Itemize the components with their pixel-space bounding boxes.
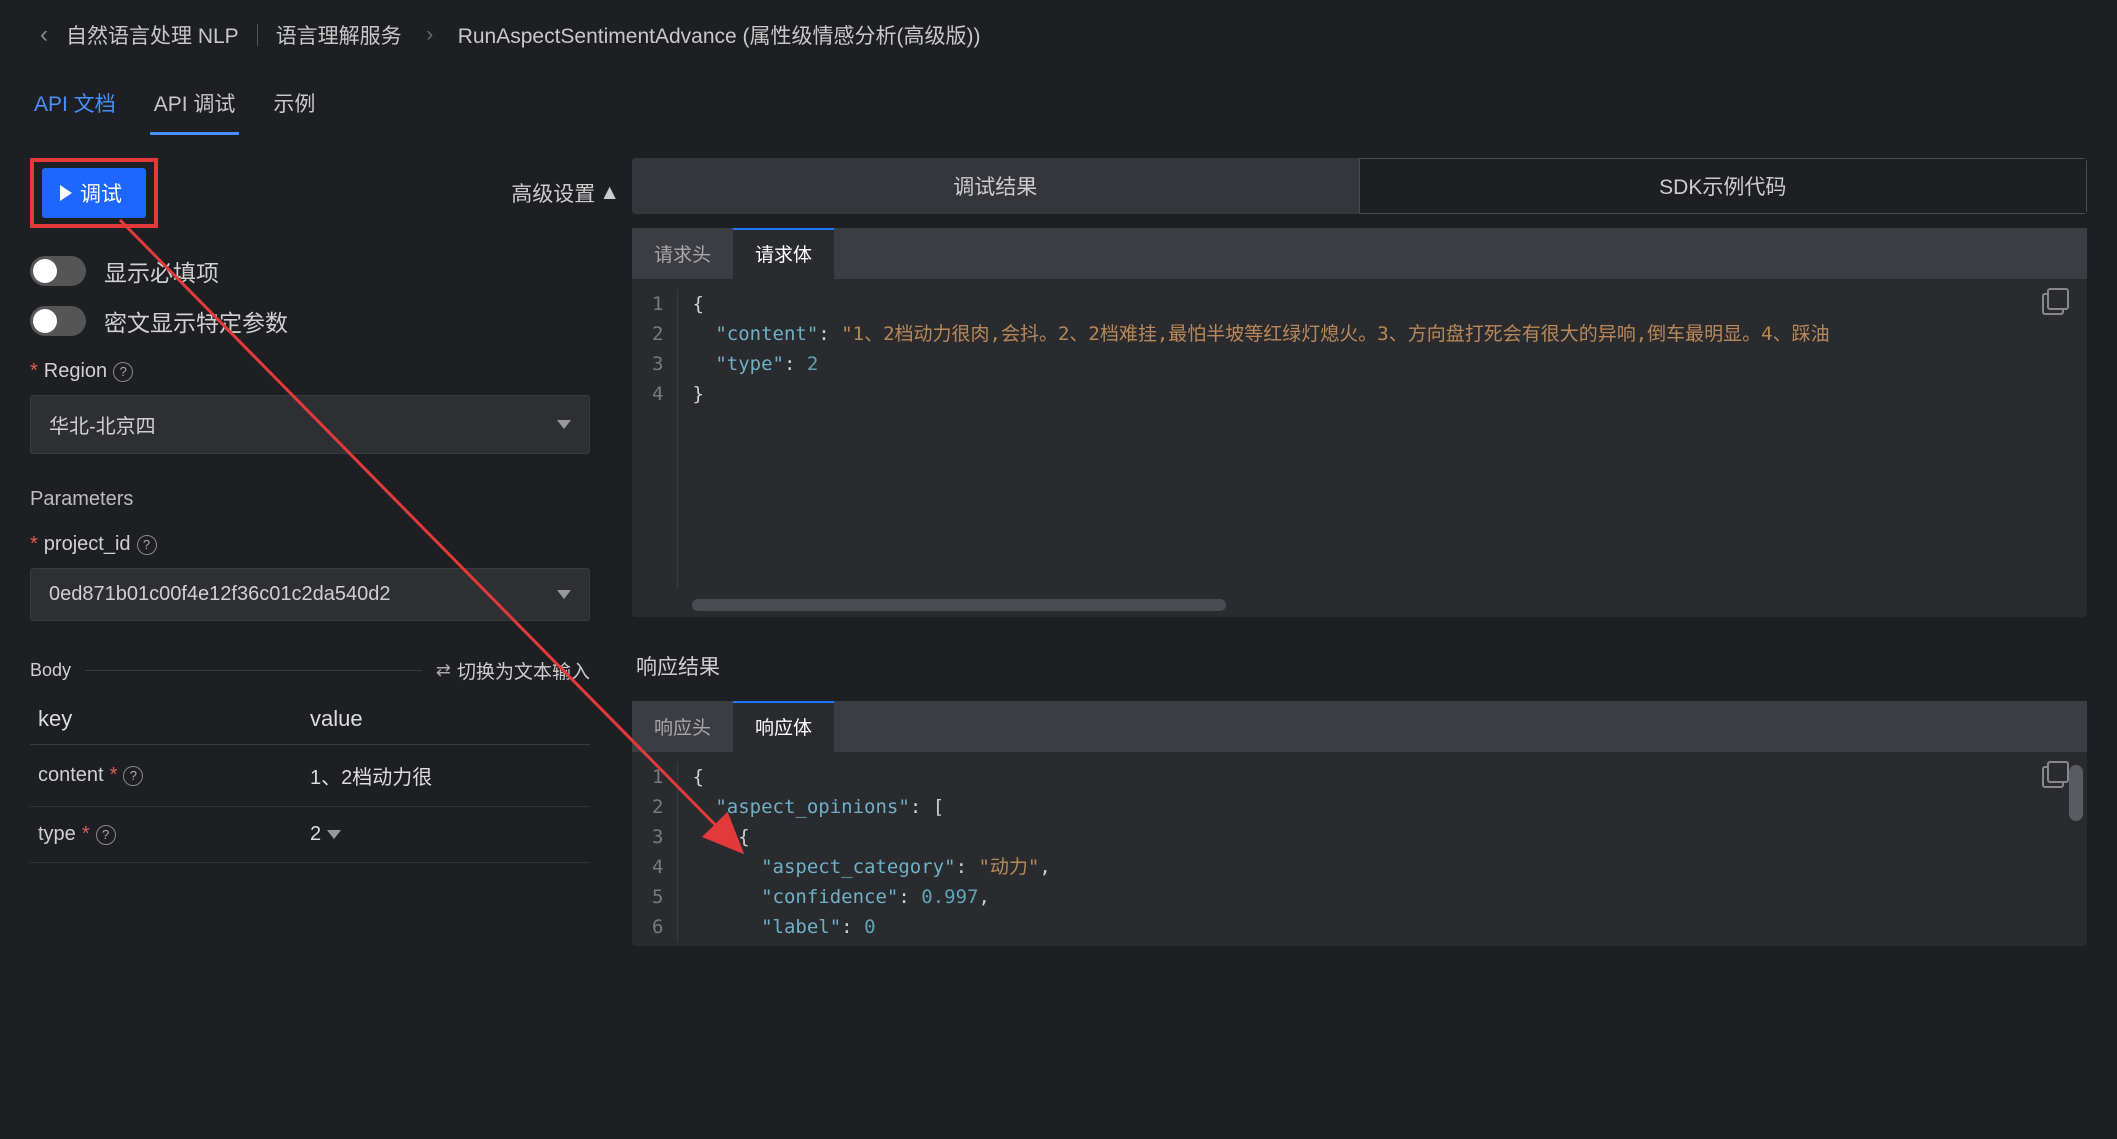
main-tabs: API 文档 API 调试 示例 (0, 60, 2117, 136)
advanced-settings-toggle[interactable]: 高级设置 ▲ (511, 178, 620, 208)
breadcrumb-item-3: RunAspectSentimentAdvance (属性级情感分析(高级版)) (458, 20, 981, 50)
required-star-icon: * (30, 360, 38, 383)
copy-icon[interactable] (2047, 288, 2069, 310)
parameters-heading: Parameters (30, 488, 620, 511)
tab-api-debug[interactable]: API 调试 (150, 80, 240, 135)
param-key: content (38, 764, 104, 787)
breadcrumb-item-1[interactable]: 自然语言处理 NLP (66, 20, 239, 50)
main-area: 调试结果 SDK示例代码 请求头 请求体 1234 { "content": "… (632, 158, 2087, 946)
request-panel: 请求头 请求体 1234 { "content": "1、2档动力很肉,会抖。2… (632, 228, 2087, 617)
debug-button-label: 调试 (80, 178, 122, 208)
tab-request-header[interactable]: 请求头 (632, 228, 733, 279)
body-params-table: key value content * ? 1、2档动力很 type * ? (30, 694, 590, 863)
tab-debug-result[interactable]: 调试结果 (632, 158, 1359, 214)
body-heading: Body (30, 660, 71, 681)
tab-api-docs[interactable]: API 文档 (30, 80, 120, 135)
back-icon[interactable]: ‹ (40, 21, 48, 49)
tab-sdk-example[interactable]: SDK示例代码 (1359, 158, 2088, 214)
region-select[interactable]: 华北-北京四 (30, 395, 590, 454)
tab-response-body[interactable]: 响应体 (733, 701, 834, 752)
response-heading: 响应结果 (636, 651, 2087, 681)
response-panel: 响应头 响应体 123456 { "aspect_opinions": [ { … (632, 701, 2087, 946)
project-id-select[interactable]: 0ed871b01c00f4e12f36c01c2da540d2 (30, 568, 590, 621)
toggle-required-only[interactable] (30, 256, 86, 286)
chevron-right-icon: › (420, 23, 440, 47)
required-star-icon: * (30, 533, 38, 556)
breadcrumb-divider (257, 24, 258, 46)
debug-button[interactable]: 调试 (42, 168, 146, 218)
required-star-icon: * (82, 823, 90, 846)
kv-header-value: value (310, 706, 363, 732)
table-row: type * ? 2 (30, 807, 590, 863)
chevron-up-icon: ▲ (599, 181, 620, 205)
debug-button-highlight: 调试 (30, 158, 158, 228)
response-code[interactable]: { "aspect_opinions": [ { "aspect_categor… (678, 762, 1050, 942)
line-gutter: 1234 (632, 289, 678, 589)
required-star-icon: * (110, 764, 118, 787)
divider (85, 670, 422, 671)
table-row: content * ? 1、2档动力很 (30, 745, 590, 807)
project-id-value: 0ed871b01c00f4e12f36c01c2da540d2 (49, 583, 390, 606)
tab-example[interactable]: 示例 (269, 80, 319, 135)
region-value: 华北-北京四 (49, 410, 156, 439)
horizontal-scrollbar[interactable] (692, 599, 2027, 611)
toggle-mask-params[interactable] (30, 306, 86, 336)
result-tabs: 调试结果 SDK示例代码 (632, 158, 2087, 214)
breadcrumb: ‹ 自然语言处理 NLP 语言理解服务 › RunAspectSentiment… (0, 0, 2117, 60)
help-icon[interactable]: ? (123, 766, 143, 786)
switch-to-text-input[interactable]: ⇄ 切换为文本输入 (436, 657, 590, 684)
param-value[interactable]: 2 (310, 823, 321, 846)
kv-header-key: key (38, 706, 310, 732)
param-value[interactable]: 1、2档动力很 (310, 761, 432, 790)
chevron-down-icon (327, 830, 341, 839)
advanced-settings-label: 高级设置 (511, 178, 595, 208)
breadcrumb-item-2[interactable]: 语言理解服务 (276, 20, 402, 50)
help-icon[interactable]: ? (137, 535, 157, 555)
project-id-label: * project_id ? (30, 533, 620, 556)
toggle-required-only-label: 显示必填项 (104, 254, 219, 288)
toggle-mask-params-label: 密文显示特定参数 (104, 304, 288, 338)
chevron-down-icon (557, 590, 571, 599)
line-gutter: 123456 (632, 762, 678, 942)
tab-request-body[interactable]: 请求体 (733, 228, 834, 279)
help-icon[interactable]: ? (96, 825, 116, 845)
request-code[interactable]: { "content": "1、2档动力很肉,会抖。2、2档难挂,最怕半坡等红绿… (678, 289, 1829, 589)
param-key: type (38, 823, 76, 846)
play-icon (60, 185, 72, 201)
chevron-down-icon (557, 420, 571, 429)
swap-icon: ⇄ (436, 660, 451, 681)
tab-response-header[interactable]: 响应头 (632, 701, 733, 752)
sidebar: 调试 高级设置 ▲ 显示必填项 密文显示特定参数 * Region ? 华北-北… (30, 158, 620, 946)
copy-icon[interactable] (2047, 761, 2069, 783)
region-label: * Region ? (30, 360, 620, 383)
help-icon[interactable]: ? (113, 362, 133, 382)
vertical-scrollbar[interactable] (2069, 765, 2083, 821)
